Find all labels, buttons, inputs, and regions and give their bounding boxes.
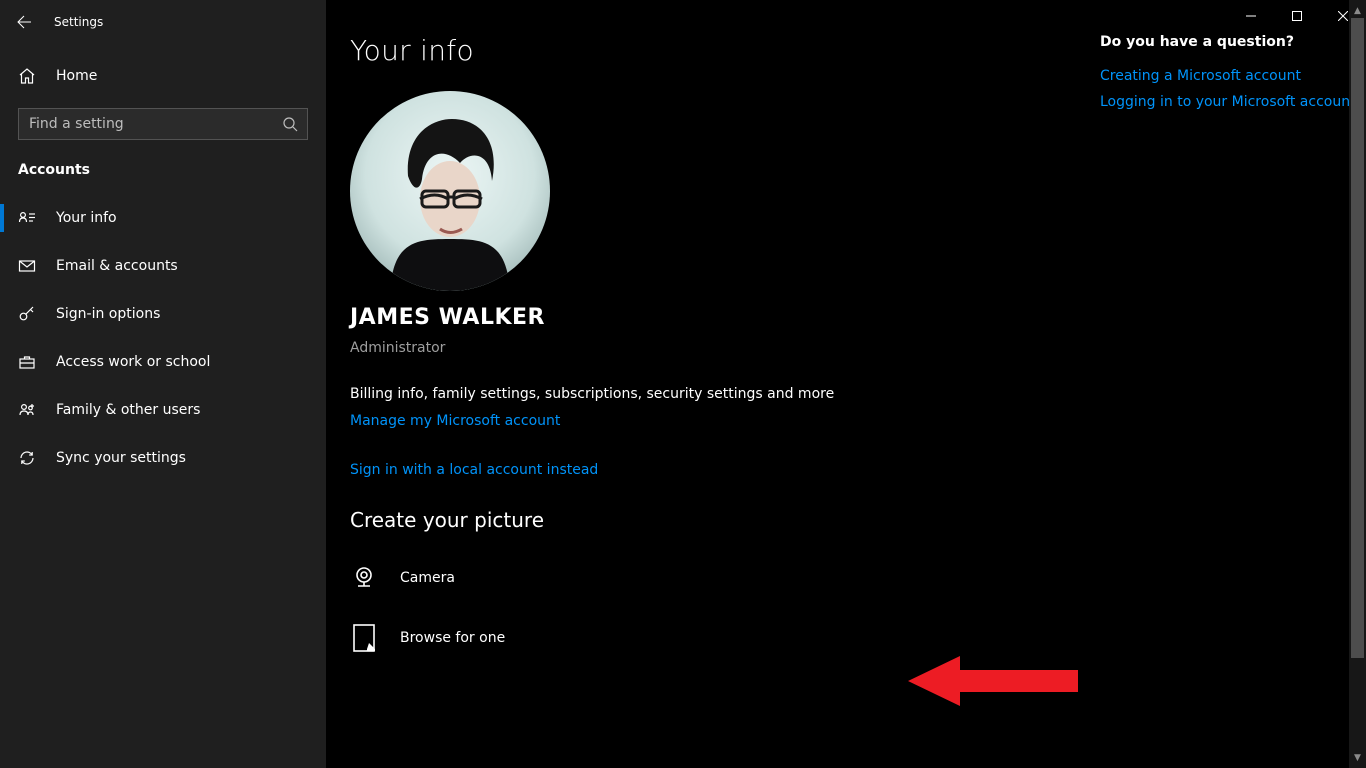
user-name: JAMES WALKER	[350, 305, 1076, 330]
camera-option[interactable]: Camera	[350, 558, 1076, 598]
minimize-button[interactable]	[1228, 0, 1274, 32]
sidebar-header: Settings	[0, 0, 326, 44]
camera-label: Camera	[400, 570, 455, 586]
key-icon	[18, 305, 36, 323]
profile-picture	[350, 91, 550, 291]
nav-label: Family & other users	[56, 402, 200, 418]
user-role: Administrator	[350, 340, 1076, 356]
scrollbar[interactable]: ▲ ▼	[1349, 0, 1366, 768]
annotation-arrow	[908, 656, 1078, 706]
help-link-create-account[interactable]: Creating a Microsoft account	[1100, 68, 1356, 84]
help-link-login-account[interactable]: Logging in to your Microsoft account	[1100, 94, 1356, 110]
account-description: Billing info, family settings, subscript…	[350, 386, 1076, 402]
main-area: Your info	[326, 0, 1366, 768]
sidebar: Settings Home Accounts Your info	[0, 0, 326, 768]
nav-your-info[interactable]: Your info	[0, 194, 326, 242]
window-title: Settings	[54, 15, 103, 29]
search-box[interactable]	[18, 108, 308, 140]
help-panel: Do you have a question? Creating a Micro…	[1100, 0, 1366, 768]
search-icon	[281, 115, 299, 133]
window-controls	[1228, 0, 1366, 32]
nav-access-work-school[interactable]: Access work or school	[0, 338, 326, 386]
back-button[interactable]	[14, 12, 34, 32]
nav-label: Email & accounts	[56, 258, 178, 274]
manage-account-link[interactable]: Manage my Microsoft account	[350, 413, 560, 429]
people-icon	[18, 401, 36, 419]
picture-file-icon	[350, 624, 378, 652]
briefcase-icon	[18, 353, 36, 371]
create-picture-heading: Create your picture	[350, 508, 1076, 532]
camera-icon	[350, 564, 378, 592]
settings-window: Settings Home Accounts Your info	[0, 0, 1366, 768]
scroll-down-icon[interactable]: ▼	[1349, 749, 1366, 766]
sidebar-category: Accounts	[0, 140, 326, 184]
sidebar-nav: Your info Email & accounts Sign-in optio…	[0, 194, 326, 482]
nav-label: Access work or school	[56, 354, 210, 370]
sync-icon	[18, 449, 36, 467]
browse-option[interactable]: Browse for one	[350, 618, 1076, 658]
close-button[interactable]	[1320, 0, 1366, 32]
scroll-thumb[interactable]	[1351, 18, 1364, 658]
content: Your info	[326, 0, 1100, 768]
person-card-icon	[18, 209, 36, 227]
page-title: Your info	[350, 34, 1076, 67]
local-account-link[interactable]: Sign in with a local account instead	[350, 462, 598, 478]
nav-family-other-users[interactable]: Family & other users	[0, 386, 326, 434]
help-title: Do you have a question?	[1100, 34, 1356, 50]
maximize-button[interactable]	[1274, 0, 1320, 32]
nav-signin-options[interactable]: Sign-in options	[0, 290, 326, 338]
mail-icon	[18, 257, 36, 275]
nav-label: Sync your settings	[56, 450, 186, 466]
search-input[interactable]	[29, 116, 281, 132]
nav-email-accounts[interactable]: Email & accounts	[0, 242, 326, 290]
browse-label: Browse for one	[400, 630, 505, 646]
home-icon	[18, 67, 36, 85]
nav-label: Sign-in options	[56, 306, 160, 322]
avatar-illustration	[350, 91, 550, 291]
home-nav[interactable]: Home	[0, 54, 326, 98]
nav-label: Your info	[56, 210, 117, 226]
home-label: Home	[56, 68, 97, 84]
nav-sync-settings[interactable]: Sync your settings	[0, 434, 326, 482]
